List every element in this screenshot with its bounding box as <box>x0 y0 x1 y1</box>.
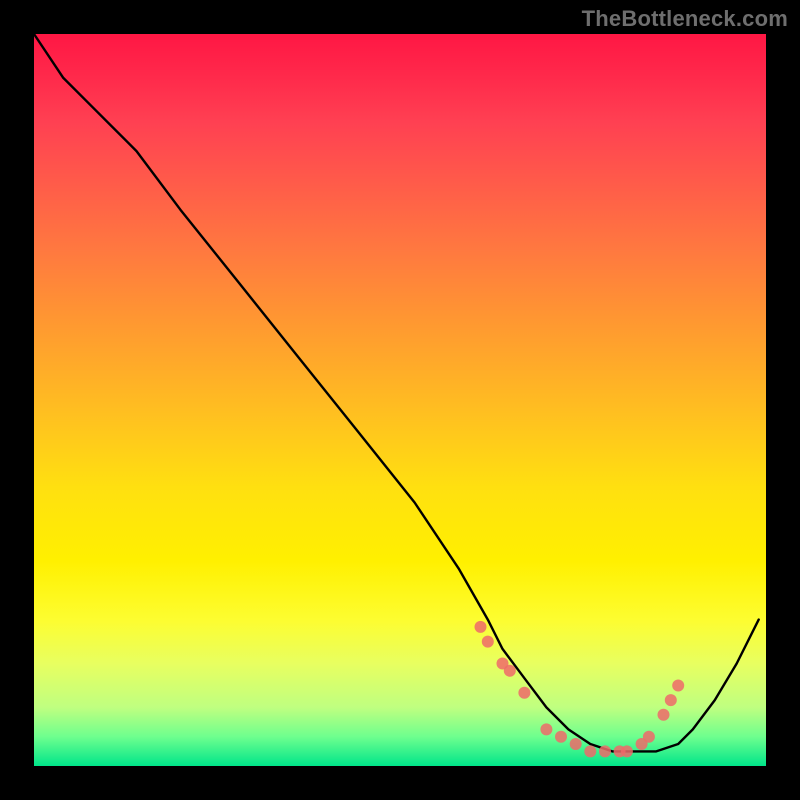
dot-marker <box>570 738 582 750</box>
dot-marker <box>658 709 670 721</box>
dot-marker <box>665 694 677 706</box>
plot-area <box>34 34 766 766</box>
chart-overlay <box>34 34 766 766</box>
chart-frame: TheBottleneck.com <box>0 0 800 800</box>
dot-marker <box>621 745 633 757</box>
dot-marker <box>518 687 530 699</box>
dot-marker <box>672 680 684 692</box>
watermark-text: TheBottleneck.com <box>582 6 788 32</box>
dot-marker <box>540 723 552 735</box>
dot-marker <box>555 731 567 743</box>
dot-marker <box>475 621 487 633</box>
dot-marker <box>584 745 596 757</box>
dot-marker <box>504 665 516 677</box>
dot-marker <box>599 745 611 757</box>
dot-marker <box>482 636 494 648</box>
curve-line <box>34 34 759 751</box>
dot-marker <box>643 731 655 743</box>
